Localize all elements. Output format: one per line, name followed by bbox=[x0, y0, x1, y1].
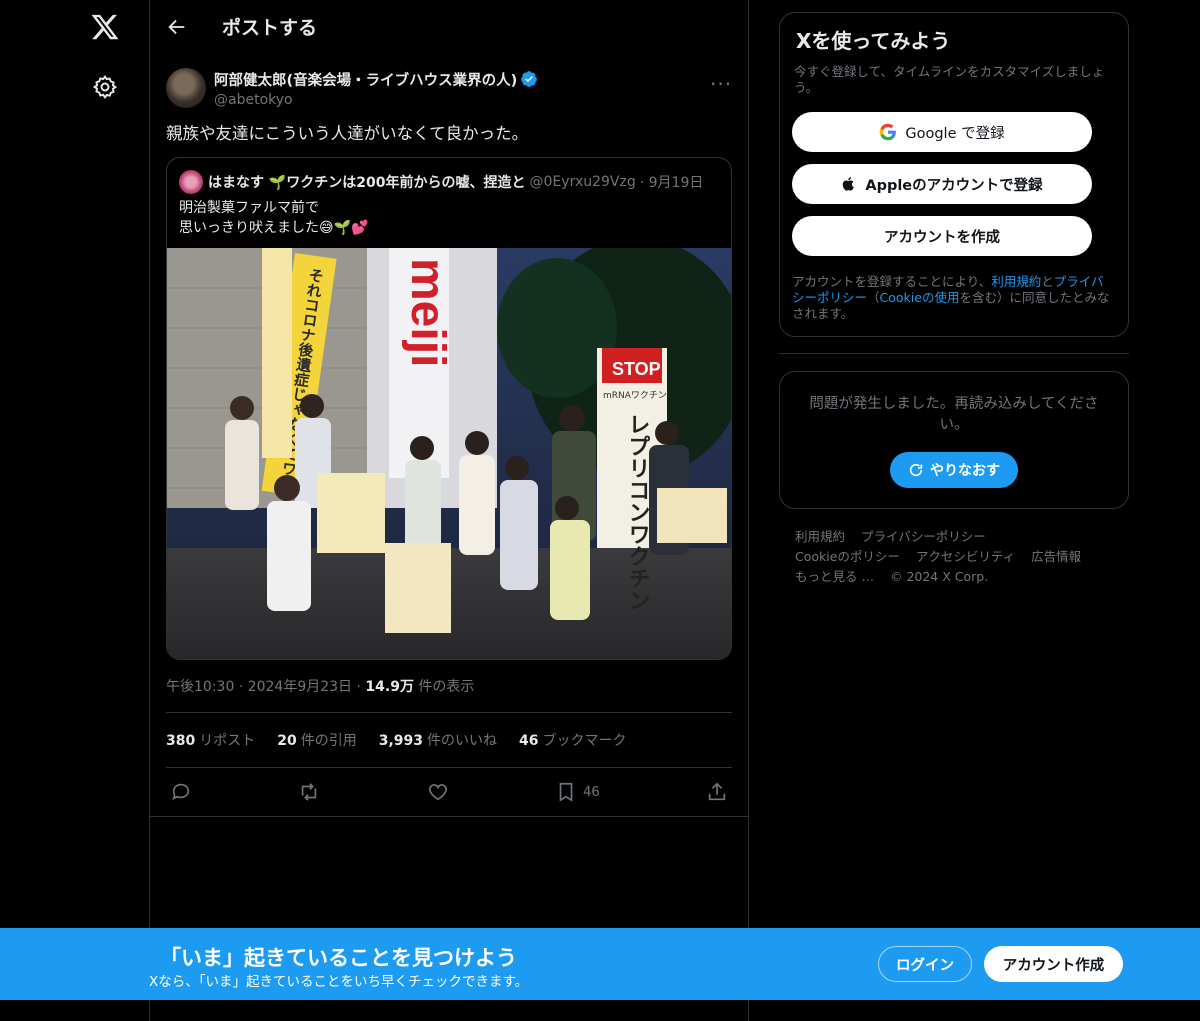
view-count: 14.9万 bbox=[365, 679, 414, 695]
bookmark-count: 46 bbox=[583, 784, 600, 800]
reply-icon bbox=[172, 783, 190, 800]
quoted-post-header: はまなす 🌱ワクチンは200年前からの嘘、捏造と @0Eyrxu29Vzg · … bbox=[167, 158, 731, 194]
retry-label: やりなおす bbox=[930, 463, 1000, 479]
quoted-post-date: · 9月19日 bbox=[639, 175, 704, 191]
signup-terms: アカウントを登録することにより、利用規約とプライバシーポリシー（Cookieの使… bbox=[792, 274, 1116, 322]
post-bottom-border bbox=[150, 816, 748, 817]
retry-button[interactable]: やりなおす bbox=[890, 452, 1018, 488]
google-signup-button[interactable]: Google で登録 bbox=[792, 112, 1092, 152]
photo-brand-text: meiji bbox=[401, 258, 454, 367]
x-logo-icon[interactable] bbox=[90, 12, 120, 42]
bottom-bar-title: 「いま」起きていることを見つけよう bbox=[160, 946, 517, 970]
quoted-post-text: 明治製菓ファルマ前で 思いっきり吠えました😅🌱💕 bbox=[167, 194, 731, 248]
likes-stat[interactable]: 3,993 件のいいね bbox=[379, 730, 497, 750]
google-signup-label: Google で登録 bbox=[905, 125, 1005, 142]
bookmark-button[interactable]: 46 bbox=[555, 781, 600, 803]
error-message: 問題が発生しました。再読み込みしてください。 bbox=[809, 396, 1099, 433]
quotes-stat[interactable]: 20 件の引用 bbox=[277, 730, 356, 750]
google-icon bbox=[880, 123, 897, 141]
photo-scene: meiji それコロナ後遺症じゃなくてワクチン後遺症 STOP mRNAワクチン… bbox=[167, 248, 731, 659]
terms-text: と bbox=[1041, 274, 1054, 289]
signup-subtitle: 今すぐ登録して、タイムラインをカスタマイズしましょう。 bbox=[794, 64, 1105, 95]
left-nav bbox=[0, 0, 150, 1021]
author-avatar[interactable] bbox=[166, 68, 206, 108]
quoted-author-avatar bbox=[179, 170, 203, 194]
signup-title: Xを使ってみよう bbox=[796, 29, 951, 53]
apple-signup-button[interactable]: Appleのアカウントで登録 bbox=[792, 164, 1092, 204]
gear-icon[interactable] bbox=[92, 74, 118, 100]
cookie-link[interactable]: Cookieの使用 bbox=[880, 290, 960, 305]
bookmark-icon bbox=[559, 782, 573, 802]
quoted-author-handle: @0Eyrxu29Vzg bbox=[529, 174, 636, 190]
quoted-post-photo[interactable]: meiji それコロナ後遺症じゃなくてワクチン後遺症 STOP mRNAワクチン… bbox=[167, 248, 731, 659]
terms-link[interactable]: 利用規約 bbox=[991, 274, 1041, 289]
share-icon bbox=[708, 782, 726, 801]
footer-link[interactable]: Cookieのポリシー bbox=[795, 549, 900, 564]
apple-signup-label: Appleのアカウントで登録 bbox=[865, 177, 1043, 194]
author-name-block: 阿部健太郎(音楽会場・ライブハウス業界の人) @abetokyo bbox=[214, 69, 710, 108]
page: ポストする 阿部健太郎(音楽会場・ライブハウス業界の人) @abetokyo ·… bbox=[0, 0, 1200, 1021]
verified-badge-icon bbox=[521, 71, 538, 87]
refresh-icon bbox=[909, 463, 923, 477]
more-options-icon[interactable]: ··· bbox=[710, 74, 732, 99]
author-row: 阿部健太郎(音楽会場・ライブハウス業界の人) @abetokyo ··· bbox=[166, 65, 732, 111]
author-name[interactable]: 阿部健太郎(音楽会場・ライブハウス業界の人) bbox=[214, 69, 517, 90]
photo-stop-text: STOP bbox=[612, 359, 661, 379]
footer-links: 利用規約 プライバシーポリシー Cookieのポリシー アクセシビリティ 広告情… bbox=[779, 527, 1129, 587]
heart-icon bbox=[428, 784, 447, 801]
like-button[interactable] bbox=[427, 781, 449, 803]
copyright: © 2024 X Corp. bbox=[889, 569, 989, 584]
apple-icon bbox=[843, 177, 855, 191]
terms-text: アカウントを登録することにより、 bbox=[792, 274, 992, 289]
post-stats: 380 リポスト 20 件の引用 3,993 件のいいね 46 ブックマーク bbox=[166, 713, 732, 767]
footer-link[interactable]: アクセシビリティ bbox=[916, 549, 1015, 564]
post-text: 親族や友達にこういう人達がいなくて良かった。 bbox=[166, 124, 529, 143]
bottom-signup-bar: 「いま」起きていることを見つけよう Xなら、「いま」起きていることをいち早くチェ… bbox=[0, 928, 1200, 1000]
post-meta: 午後10:30 · 2024年9月23日 · 14.9万 件の表示 bbox=[166, 676, 732, 696]
footer-link[interactable]: プライバシーポリシー bbox=[861, 529, 986, 544]
post: 阿部健太郎(音楽会場・ライブハウス業界の人) @abetokyo ··· 親族や… bbox=[150, 65, 748, 816]
photo-right-banner-text: レプリコンワクチン bbox=[625, 413, 650, 611]
right-column: Xを使ってみよう 今すぐ登録して、タイムラインをカスタマイズしましょう。 Goo… bbox=[779, 12, 1129, 587]
error-card: 問題が発生しました。再読み込みしてください。 やりなおす bbox=[779, 371, 1129, 509]
bottom-bar-subtitle: Xなら、「いま」起きていることをいち早くチェックできます。 bbox=[149, 974, 529, 990]
quoted-author-name: はまなす 🌱ワクチンは200年前からの嘘、捏造と bbox=[208, 175, 526, 191]
page-title: ポストする bbox=[222, 17, 318, 39]
login-button[interactable]: ログイン bbox=[878, 946, 972, 982]
share-button[interactable] bbox=[706, 781, 728, 803]
footer-link[interactable]: 利用規約 bbox=[795, 529, 845, 544]
divider bbox=[779, 353, 1129, 354]
footer-link[interactable]: 広告情報 bbox=[1031, 549, 1081, 564]
author-handle[interactable]: @abetokyo bbox=[214, 92, 710, 108]
quoted-text-line-2: 思いっきり吠えました😅🌱💕 bbox=[179, 220, 369, 236]
signup-card: Xを使ってみよう 今すぐ登録して、タイムラインをカスタマイズしましょう。 Goo… bbox=[779, 12, 1129, 337]
back-arrow-icon[interactable] bbox=[166, 16, 188, 38]
author-name-row: 阿部健太郎(音楽会場・ライブハウス業界の人) bbox=[214, 69, 710, 90]
photo-stop-sub-text: mRNAワクチン bbox=[603, 390, 667, 401]
quoted-text-line-1: 明治製菓ファルマ前で bbox=[179, 200, 319, 216]
repost-button[interactable] bbox=[298, 781, 320, 803]
post-timestamp[interactable]: 午後10:30 · 2024年9月23日 · bbox=[166, 679, 365, 695]
reposts-stat[interactable]: 380 リポスト bbox=[166, 730, 255, 750]
bookmarks-stat: 46 ブックマーク bbox=[519, 733, 627, 749]
reply-button[interactable] bbox=[170, 781, 192, 803]
create-account-button[interactable]: アカウントを作成 bbox=[792, 216, 1092, 256]
main-column: ポストする 阿部健太郎(音楽会場・ライブハウス業界の人) @abetokyo ·… bbox=[149, 0, 749, 1021]
footer-more-link[interactable]: もっと見る … bbox=[795, 569, 874, 584]
signup-button[interactable]: アカウント作成 bbox=[984, 946, 1123, 982]
quoted-post[interactable]: はまなす 🌱ワクチンは200年前からの嘘、捏造と @0Eyrxu29Vzg · … bbox=[166, 157, 732, 660]
create-account-label: アカウントを作成 bbox=[884, 229, 1000, 246]
terms-text: （ bbox=[867, 290, 880, 305]
top-bar: ポストする bbox=[150, 0, 748, 53]
view-label: 件の表示 bbox=[413, 679, 475, 695]
repost-icon bbox=[302, 783, 317, 801]
action-bar: 46 bbox=[166, 768, 732, 816]
